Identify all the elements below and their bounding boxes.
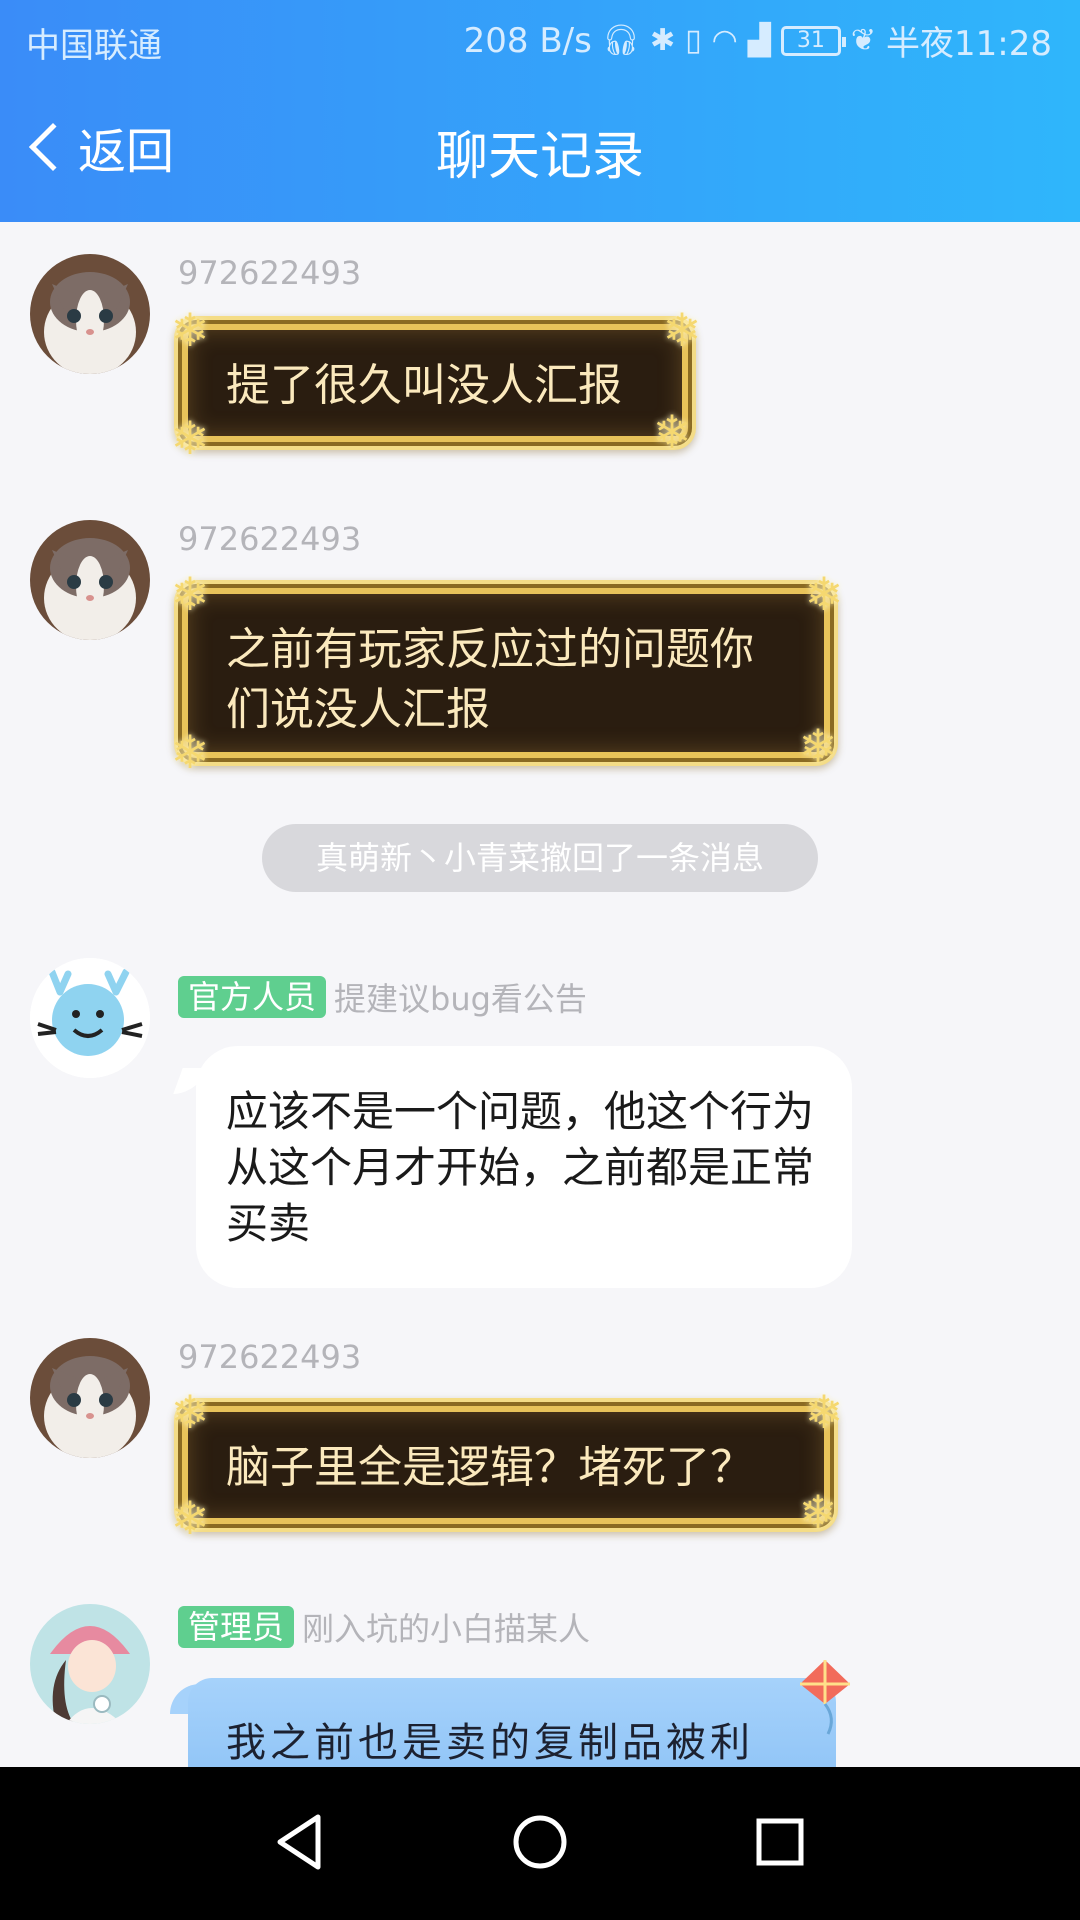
headphone-icon: 🎧︎ (601, 22, 640, 58)
snowflake-icon: ❄ (804, 1385, 844, 1439)
snowflake-icon: ❄ (798, 719, 838, 773)
cat-avatar[interactable] (30, 520, 150, 640)
snowflake-icon: ❄ (170, 1385, 210, 1439)
status-bar: 中国联通 208 B/s 🎧︎ ✱ ▯ ◠ ▟ 31 ❦ 半夜11:28 (0, 0, 1080, 76)
cat-avatar-icon (30, 1338, 150, 1458)
girl-avatar-icon (30, 1604, 150, 1724)
message-bubble[interactable]: 之前有玩家反应过的问题你们说没人汇报 (182, 588, 830, 758)
sender-line: 管理员 刚入坑的小白描某人 (178, 1604, 590, 1650)
snowflake-icon: ❄ (652, 405, 692, 459)
circle-home-icon (513, 1815, 567, 1869)
cat-avatar[interactable] (30, 1338, 150, 1458)
triangle-back-icon (277, 1814, 321, 1870)
status-right: 208 B/s 🎧︎ ✱ ▯ ◠ ▟ 31 ❦ 半夜11:28 (464, 16, 1052, 65)
cat-avatar-icon (30, 254, 150, 374)
snowflake-icon: ❄ (170, 725, 210, 779)
message-bubble[interactable]: 提了很久叫没人汇报 (182, 324, 688, 442)
recall-notice: 真萌新丶小青菜撤回了一条消息 (262, 824, 818, 892)
battery-level: 31 (796, 27, 825, 53)
message-text: 提了很久叫没人汇报 (226, 360, 622, 411)
leaf-icon: ❦ (850, 22, 877, 58)
nav-recent-button[interactable] (745, 1807, 815, 1877)
chat-history[interactable]: 972622493 提了很久叫没人汇报 ❄ ❄ ❄ ❄ 972622493 之前… (0, 222, 1080, 1767)
clock: 半夜11:28 (886, 24, 1052, 64)
sender-name: 提建议bug看公告 (334, 980, 587, 1018)
message-bubble[interactable]: 我之前也是卖的复制品被利 (188, 1678, 836, 1767)
snowflake-icon: ❄ (170, 303, 210, 357)
sender-name: 972622493 (178, 1338, 362, 1376)
message-text: 我之前也是卖的复制品被利 (226, 1720, 754, 1766)
mascot-avatar[interactable] (30, 958, 150, 1078)
role-badge: 官方人员 (178, 976, 327, 1018)
page-title: 聊天记录 (435, 127, 644, 187)
message-bubble[interactable]: 应该不是一个问题，他这个行为从这个月才开始，之前都是正常买卖 (196, 1046, 852, 1288)
sender-name: 刚入坑的小白描某人 (302, 1610, 591, 1648)
role-badge: 管理员 (178, 1606, 295, 1648)
system-nav-bar (0, 1767, 1080, 1920)
kite-icon (800, 1660, 850, 1735)
nav-home-button[interactable] (505, 1807, 575, 1877)
snowflake-icon: ❄ (170, 567, 210, 621)
signal-icon: ▟ (747, 22, 771, 58)
cat-avatar[interactable] (30, 254, 150, 374)
battery-icon: 31 (780, 25, 846, 56)
cat-avatar-icon (30, 520, 150, 640)
mascot-avatar-icon (30, 958, 150, 1078)
carrier-label: 中国联通 (26, 26, 162, 66)
network-speed: 208 B/s (463, 20, 592, 61)
snowflake-icon: ❄ (170, 1491, 210, 1545)
bluetooth-icon: ✱ (649, 22, 676, 58)
message-bubble[interactable]: 脑子里全是逻辑？堵死了？ (182, 1406, 830, 1524)
nav-back-button[interactable] (266, 1807, 336, 1877)
girl-avatar[interactable] (30, 1604, 150, 1724)
message-text: 应该不是一个问题，他这个行为从这个月才开始，之前都是正常买卖 (226, 1087, 815, 1248)
snowflake-icon: ❄ (798, 1485, 838, 1539)
message-text: 之前有玩家反应过的问题你们说没人汇报 (226, 624, 754, 735)
square-recent-icon (756, 1818, 804, 1866)
message-text: 脑子里全是逻辑？堵死了？ (226, 1442, 754, 1493)
snowflake-icon: ❄ (170, 411, 210, 465)
app-header: 中国联通 208 B/s 🎧︎ ✱ ▯ ◠ ▟ 31 ❦ 半夜11:28 返回 … (0, 0, 1080, 222)
wifi-icon: ◠ (711, 22, 738, 58)
snowflake-icon: ❄ (662, 303, 702, 357)
sender-name: 972622493 (178, 254, 362, 292)
sender-line: 官方人员 提建议bug看公告 (178, 974, 587, 1020)
snowflake-icon: ❄ (804, 567, 844, 621)
sender-name: 972622493 (178, 520, 362, 558)
vibrate-icon: ▯ (685, 22, 702, 58)
